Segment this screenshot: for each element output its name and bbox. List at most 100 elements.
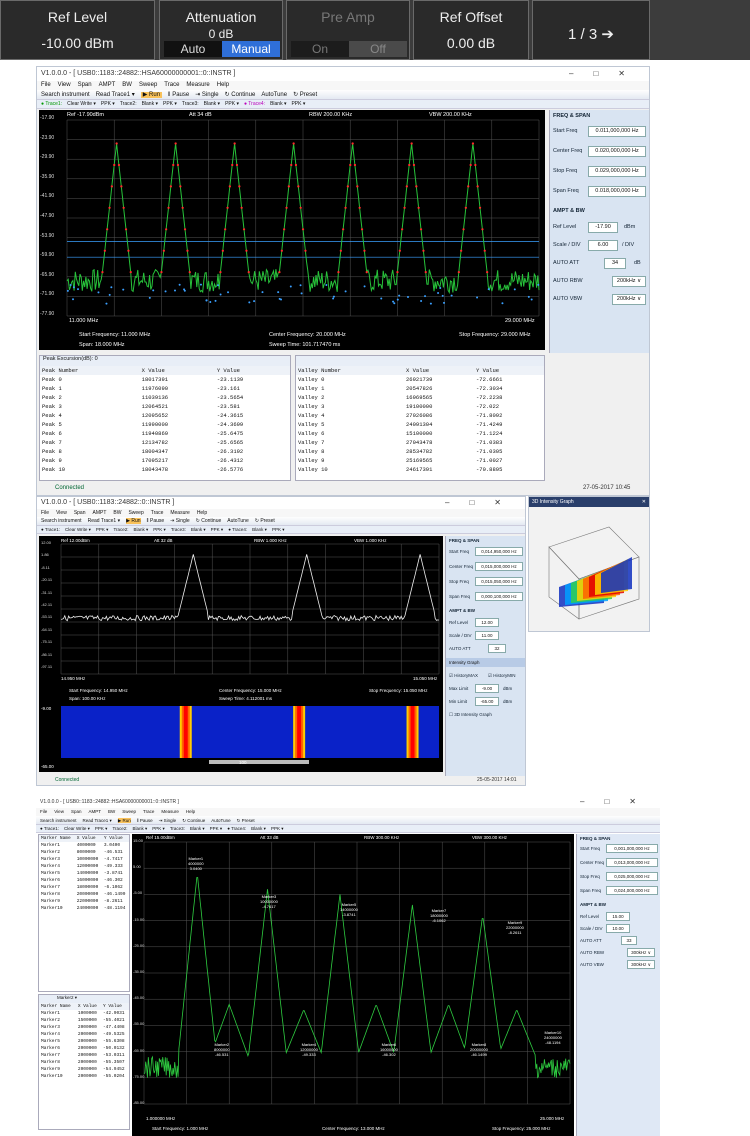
rbw-auto-checkbox[interactable]: AUTO RBW xyxy=(553,278,583,284)
min-limit-input[interactable]: -65.00 xyxy=(475,697,499,706)
max-limit-input[interactable]: -9.00 xyxy=(475,684,499,693)
3d-intensity-graph[interactable] xyxy=(529,507,649,631)
marker-row[interactable]: Marker2 1500000 -55.4021 xyxy=(39,1017,129,1024)
att-auto-checkbox[interactable]: AUTO ATT xyxy=(580,938,602,943)
att-auto-checkbox[interactable]: AUTO ATT xyxy=(449,646,471,651)
menu-measure[interactable]: Measure xyxy=(161,809,179,814)
marker-row[interactable]: Marker8 20000000 -46.1499 xyxy=(39,891,129,898)
ref-offset-softkey[interactable]: Ref Offset 0.00 dB xyxy=(413,0,529,60)
marker-row[interactable]: Marker7 18000000 -6.1062 xyxy=(39,884,129,891)
marker-row[interactable]: Marker5 2000000 -55.6308 xyxy=(39,1038,129,1045)
attenuation-manual[interactable]: Manual xyxy=(222,41,280,57)
center-freq-input[interactable]: 0.020,000,000 Hz xyxy=(588,146,646,157)
rbw-select[interactable]: 300kHz ∨ xyxy=(627,948,655,957)
window-controls[interactable]: –□✕ xyxy=(580,796,656,808)
menu-view[interactable]: View xyxy=(54,809,64,814)
trace1-detector-select[interactable]: PPK ▾ xyxy=(101,101,115,107)
vbw-select[interactable]: 300kHz ∨ xyxy=(627,960,655,969)
trace2-detector-select[interactable]: PPK ▾ xyxy=(153,527,166,532)
stop-freq-input[interactable]: 0,015,050,000 Hz xyxy=(475,577,523,586)
menu-measure[interactable]: Measure xyxy=(170,510,189,516)
single-button[interactable]: ⇥ Single xyxy=(170,518,189,524)
trace2-detector-select[interactable]: PPK ▾ xyxy=(163,101,177,107)
peak-row[interactable]: Peak 2 11039136 -23.5654 xyxy=(40,393,290,402)
marker-row[interactable]: Marker7 2000000 -53.0311 xyxy=(39,1052,129,1059)
marker-row[interactable]: Marker8 2000000 -55.3507 xyxy=(39,1059,129,1066)
vbw-select[interactable]: 200kHz ∨ xyxy=(612,294,646,305)
trace2-detector-select[interactable]: PPK ▾ xyxy=(152,826,165,831)
marker-select[interactable]: Marker2 ▾ xyxy=(57,995,77,1000)
trace4-mode-select[interactable]: Blank ▾ xyxy=(252,527,267,532)
window-controls[interactable]: –□✕ xyxy=(569,67,645,81)
peak-row[interactable]: Peak 4 12095652 -24.3615 xyxy=(40,411,290,420)
valley-row[interactable]: Valley 7 27043478 -71.0383 xyxy=(296,438,544,447)
menu-file[interactable]: File xyxy=(40,809,47,814)
valley-row[interactable]: Valley 10 24617391 -70.8895 xyxy=(296,465,544,474)
menu-trace[interactable]: Trace xyxy=(143,809,154,814)
menu-bw[interactable]: BW xyxy=(122,82,132,88)
center-freq-input[interactable]: 0,013,000,000 Hz xyxy=(606,858,658,867)
menu-help[interactable]: Help xyxy=(186,809,195,814)
span-freq-input[interactable]: 0,000,100,000 Hz xyxy=(475,592,523,601)
search-instrument-button[interactable]: Search instrument xyxy=(40,818,77,823)
valley-row[interactable]: Valley 4 27026086 -71.8092 xyxy=(296,411,544,420)
vbw-auto-checkbox[interactable]: AUTO VBW xyxy=(553,296,582,302)
spectrum-plot-3[interactable]: Ref 15.00dBm Att 33 dB RBW 300.00 KHz VB… xyxy=(132,834,574,1136)
valley-row[interactable]: Valley 6 15100000 -71.1224 xyxy=(296,429,544,438)
menu-trace[interactable]: Trace xyxy=(164,82,179,88)
trace1-mode-select[interactable]: Clear Write ▾ xyxy=(67,101,96,107)
window-controls[interactable]: –□✕ xyxy=(445,497,521,509)
menu-help[interactable]: Help xyxy=(197,510,207,516)
menu-bw[interactable]: BW xyxy=(108,809,115,814)
menu-span[interactable]: Span xyxy=(78,82,92,88)
marker-row[interactable]: Marker4 12000000 -49.333 xyxy=(39,863,129,870)
span-freq-input[interactable]: 0.018,000,000 Hz xyxy=(588,186,646,197)
trace4-detector-select[interactable]: PPK ▾ xyxy=(291,101,305,107)
page-next-softkey[interactable]: 1 / 3 ➔ xyxy=(532,0,650,60)
trace4-detector-select[interactable]: PPK ▾ xyxy=(272,527,285,532)
trace3-mode-select[interactable]: Blank ▾ xyxy=(191,527,206,532)
trace1-mode-select[interactable]: Clear Write ▾ xyxy=(64,826,90,831)
menu-ampt[interactable]: AMPT xyxy=(88,809,101,814)
marker-row[interactable]: Marker10 2000000 -55.0204 xyxy=(39,1073,129,1080)
menu-view[interactable]: View xyxy=(58,82,71,88)
read-trace-button[interactable]: Read Trace1 ▾ xyxy=(96,92,135,98)
menu-view[interactable]: View xyxy=(56,510,67,516)
spectrum-plot[interactable]: Ref -17.90dBm Att 34 dB RBW 200.00 KHz V… xyxy=(39,110,545,350)
menu-span[interactable]: Span xyxy=(74,510,86,516)
trace3-detector-select[interactable]: PPK ▾ xyxy=(211,527,224,532)
scale-div-input[interactable]: 6.00 xyxy=(588,240,618,251)
read-trace-button[interactable]: Read Trace1 ▾ xyxy=(88,518,121,524)
menu-span[interactable]: Span xyxy=(71,809,82,814)
read-trace-button[interactable]: Read Trace1 ▾ xyxy=(83,818,112,823)
marker-row[interactable]: Marker6 2000000 -50.0132 xyxy=(39,1045,129,1052)
autotune-button[interactable]: AutoTune xyxy=(211,818,230,823)
continue-button[interactable]: ↻ Continue xyxy=(182,818,205,823)
history-min-checkbox[interactable]: ☑ HistoryMIN xyxy=(488,673,516,679)
peak-row[interactable]: Peak 5 11990000 -24.3699 xyxy=(40,420,290,429)
run-button[interactable]: ▶ Run xyxy=(140,92,163,98)
trace2-mode-select[interactable]: Blank ▾ xyxy=(134,527,149,532)
peak-row[interactable]: Peak 1 11976090 -23.161 xyxy=(40,384,290,393)
pre-amp-on[interactable]: On xyxy=(291,41,349,57)
scale-div-input[interactable]: 11.00 xyxy=(475,631,499,640)
pause-button[interactable]: ‖ Pause xyxy=(168,92,189,98)
menu-bw[interactable]: BW xyxy=(113,510,121,516)
attenuation-auto[interactable]: Auto xyxy=(164,41,222,57)
att-input[interactable]: 32 xyxy=(488,644,506,653)
att-input[interactable]: 33 xyxy=(621,936,637,945)
marker-row[interactable]: Marker5 14000000 -3.8741 xyxy=(39,870,129,877)
valley-table-toolbar[interactable] xyxy=(296,356,544,366)
attenuation-softkey[interactable]: Attenuation 0 dB Auto Manual xyxy=(159,0,283,60)
3d-graph-checkbox[interactable]: ☐ 3D Intensity Graph xyxy=(449,712,492,718)
menu-ampt[interactable]: AMPT xyxy=(99,82,116,88)
trace4-detector-select[interactable]: PPK ▾ xyxy=(271,826,284,831)
search-instrument-button[interactable]: Search instrument xyxy=(41,92,90,98)
pause-button[interactable]: ‖ Pause xyxy=(137,818,153,823)
stop-freq-input[interactable]: 0.029,000,000 Hz xyxy=(588,166,646,177)
marker-row[interactable]: Marker1 1000000 -42.9031 xyxy=(39,1010,129,1017)
peak-row[interactable]: Peak 3 12064521 -23.581 xyxy=(40,402,290,411)
ref-level-input[interactable]: -17.90 xyxy=(588,222,618,233)
valley-row[interactable]: Valley 3 19100000 -72.022 xyxy=(296,402,544,411)
trace2-mode-select[interactable]: Blank ▾ xyxy=(133,826,148,831)
